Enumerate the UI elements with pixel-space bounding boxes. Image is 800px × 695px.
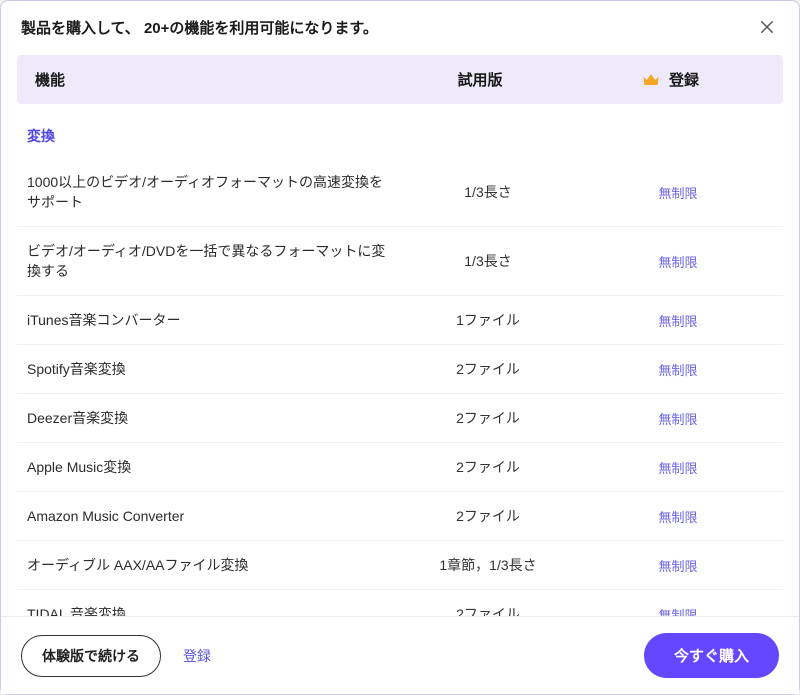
modal-header: 製品を購入して、 20+の機能を利用可能になります。 [1, 1, 799, 49]
feature-cell: iTunes音楽コンバーター [27, 310, 393, 330]
registered-cell: 無制限 [583, 409, 773, 428]
table-row: Apple Music変換2ファイル無制限 [17, 443, 783, 492]
modal-content[interactable]: 機能 試用版 登録 変換1000以上のビデオ/オーディオフォーマットの高速変換を… [1, 49, 799, 616]
trial-cell: 1ファイル [393, 310, 583, 330]
trial-cell: 2ファイル [393, 359, 583, 379]
trial-cell: 1章節，1/3長さ [393, 555, 583, 575]
registered-cell: 無制限 [583, 183, 773, 202]
table-row: iTunes音楽コンバーター1ファイル無制限 [17, 296, 783, 345]
section-title: 変換 [17, 108, 783, 158]
registered-cell: 無制限 [583, 458, 773, 477]
feature-cell: Deezer音楽変換 [27, 408, 393, 428]
purchase-modal: 製品を購入して、 20+の機能を利用可能になります。 機能 試用版 登録 変換1… [0, 0, 800, 695]
feature-cell: オーディブル AAX/AAファイル変換 [27, 555, 393, 575]
continue-trial-button[interactable]: 体験版で続ける [21, 635, 161, 677]
crown-icon [641, 70, 661, 90]
trial-cell: 2ファイル [393, 457, 583, 477]
registered-cell: 無制限 [583, 252, 773, 271]
feature-cell: Apple Music変換 [27, 457, 393, 477]
registered-cell: 無制限 [583, 556, 773, 575]
buy-now-button[interactable]: 今すぐ購入 [644, 633, 779, 678]
footer-left: 体験版で続ける 登録 [21, 635, 211, 677]
table-row: Spotify音楽変換2ファイル無制限 [17, 345, 783, 394]
registered-cell: 無制限 [583, 360, 773, 379]
modal-footer: 体験版で続ける 登録 今すぐ購入 [1, 616, 799, 694]
trial-cell: 2ファイル [393, 506, 583, 526]
feature-cell: 1000以上のビデオ/オーディオフォーマットの高速変換をサポート [27, 172, 393, 212]
table-row: Deezer音楽変換2ファイル無制限 [17, 394, 783, 443]
table-row: ビデオ/オーディオ/DVDを一括で異なるフォーマットに変換する1/3長さ無制限 [17, 227, 783, 296]
table-row: TIDAL 音楽変換2ファイル無制限 [17, 590, 783, 616]
table-row: 1000以上のビデオ/オーディオフォーマットの高速変換をサポート1/3長さ無制限 [17, 158, 783, 227]
trial-cell: 2ファイル [393, 408, 583, 428]
close-button[interactable] [755, 15, 779, 39]
feature-cell: ビデオ/オーディオ/DVDを一括で異なるフォーマットに変換する [27, 241, 393, 281]
trial-cell: 2ファイル [393, 604, 583, 616]
registered-cell: 無制限 [583, 311, 773, 330]
column-header-trial: 試用版 [385, 69, 575, 90]
register-link[interactable]: 登録 [183, 646, 211, 666]
close-icon [758, 18, 776, 36]
column-header-registered-label: 登録 [669, 69, 699, 90]
table-row: オーディブル AAX/AAファイル変換1章節，1/3長さ無制限 [17, 541, 783, 590]
registered-cell: 無制限 [583, 605, 773, 617]
feature-cell: Amazon Music Converter [27, 508, 393, 524]
trial-cell: 1/3長さ [393, 251, 583, 271]
modal-title: 製品を購入して、 20+の機能を利用可能になります。 [21, 17, 378, 38]
table-row: Amazon Music Converter2ファイル無制限 [17, 492, 783, 541]
feature-cell: TIDAL 音楽変換 [27, 604, 393, 616]
feature-cell: Spotify音楽変換 [27, 359, 393, 379]
table-body: 変換1000以上のビデオ/オーディオフォーマットの高速変換をサポート1/3長さ無… [17, 108, 783, 616]
column-header-registered: 登録 [575, 69, 765, 90]
registered-cell: 無制限 [583, 507, 773, 526]
trial-cell: 1/3長さ [393, 182, 583, 202]
table-header-row: 機能 試用版 登録 [17, 55, 783, 104]
column-header-feature: 機能 [35, 69, 385, 90]
